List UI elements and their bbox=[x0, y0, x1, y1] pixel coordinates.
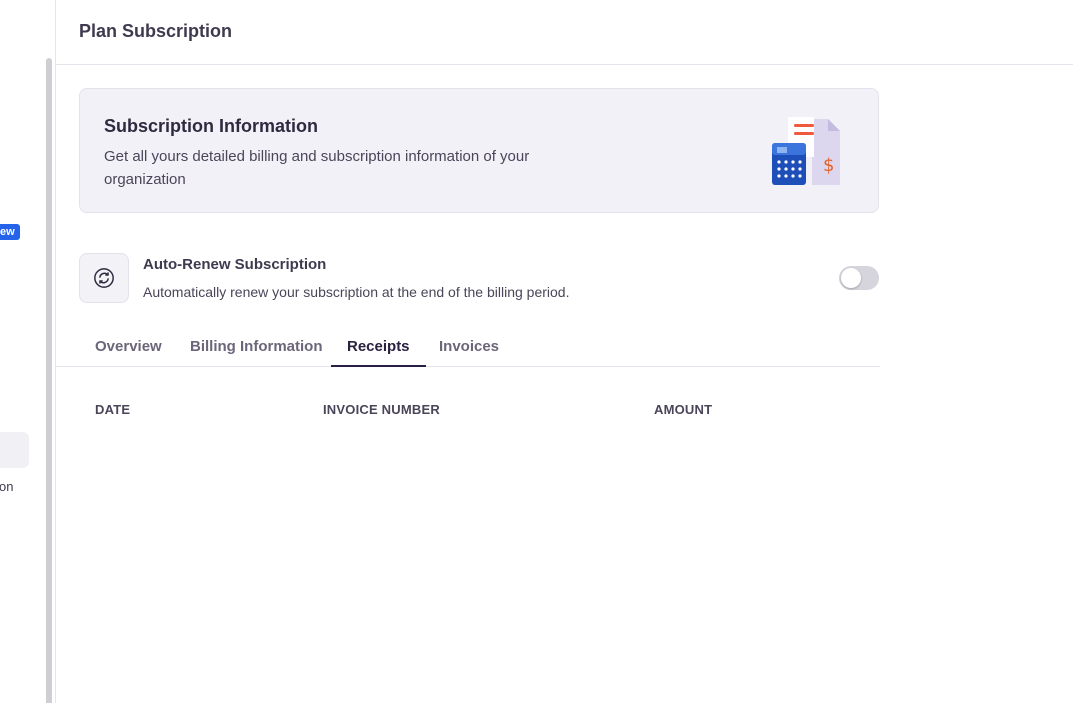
calculator-invoice-icon: $ bbox=[772, 117, 840, 185]
tab-billing-information[interactable]: Billing Information bbox=[174, 328, 339, 367]
column-header-date[interactable]: DATE bbox=[95, 402, 130, 417]
new-badge: ew bbox=[0, 224, 20, 240]
card-title: Subscription Information bbox=[104, 116, 318, 136]
tab-overview[interactable]: Overview bbox=[79, 328, 178, 367]
auto-renew-title: Auto-Renew Subscription bbox=[143, 256, 327, 273]
toggle-knob bbox=[841, 268, 861, 288]
subscription-info-card: Subscription Information Get all yours d… bbox=[79, 88, 879, 213]
sidebar-active-item[interactable] bbox=[0, 432, 29, 468]
column-header-invoice-number[interactable]: INVOICE NUMBER bbox=[323, 402, 440, 417]
sidebar-item-label[interactable]: on bbox=[0, 479, 13, 494]
card-description: Get all yours detailed billing and subsc… bbox=[104, 148, 530, 188]
receipts-table-header: DATE INVOICE NUMBER AMOUNT bbox=[79, 402, 879, 420]
page-title: Plan Subscription bbox=[79, 21, 233, 41]
tab-receipts[interactable]: Receipts bbox=[331, 328, 426, 367]
sidebar-scrollbar[interactable] bbox=[46, 58, 52, 703]
page-header: Plan Subscription bbox=[56, 0, 1073, 65]
auto-renew-toggle[interactable] bbox=[839, 266, 879, 290]
tab-invoices[interactable]: Invoices bbox=[423, 328, 515, 367]
auto-renew-description: Automatically renew your subscription at… bbox=[143, 284, 570, 300]
refresh-icon bbox=[94, 268, 114, 288]
auto-renew-icon-box bbox=[79, 253, 129, 303]
column-header-amount[interactable]: AMOUNT bbox=[654, 402, 712, 417]
svg-text:$: $ bbox=[823, 155, 834, 176]
sidebar: ew on bbox=[0, 0, 56, 703]
subscription-tabs: Overview Billing Information Receipts In… bbox=[56, 328, 880, 367]
